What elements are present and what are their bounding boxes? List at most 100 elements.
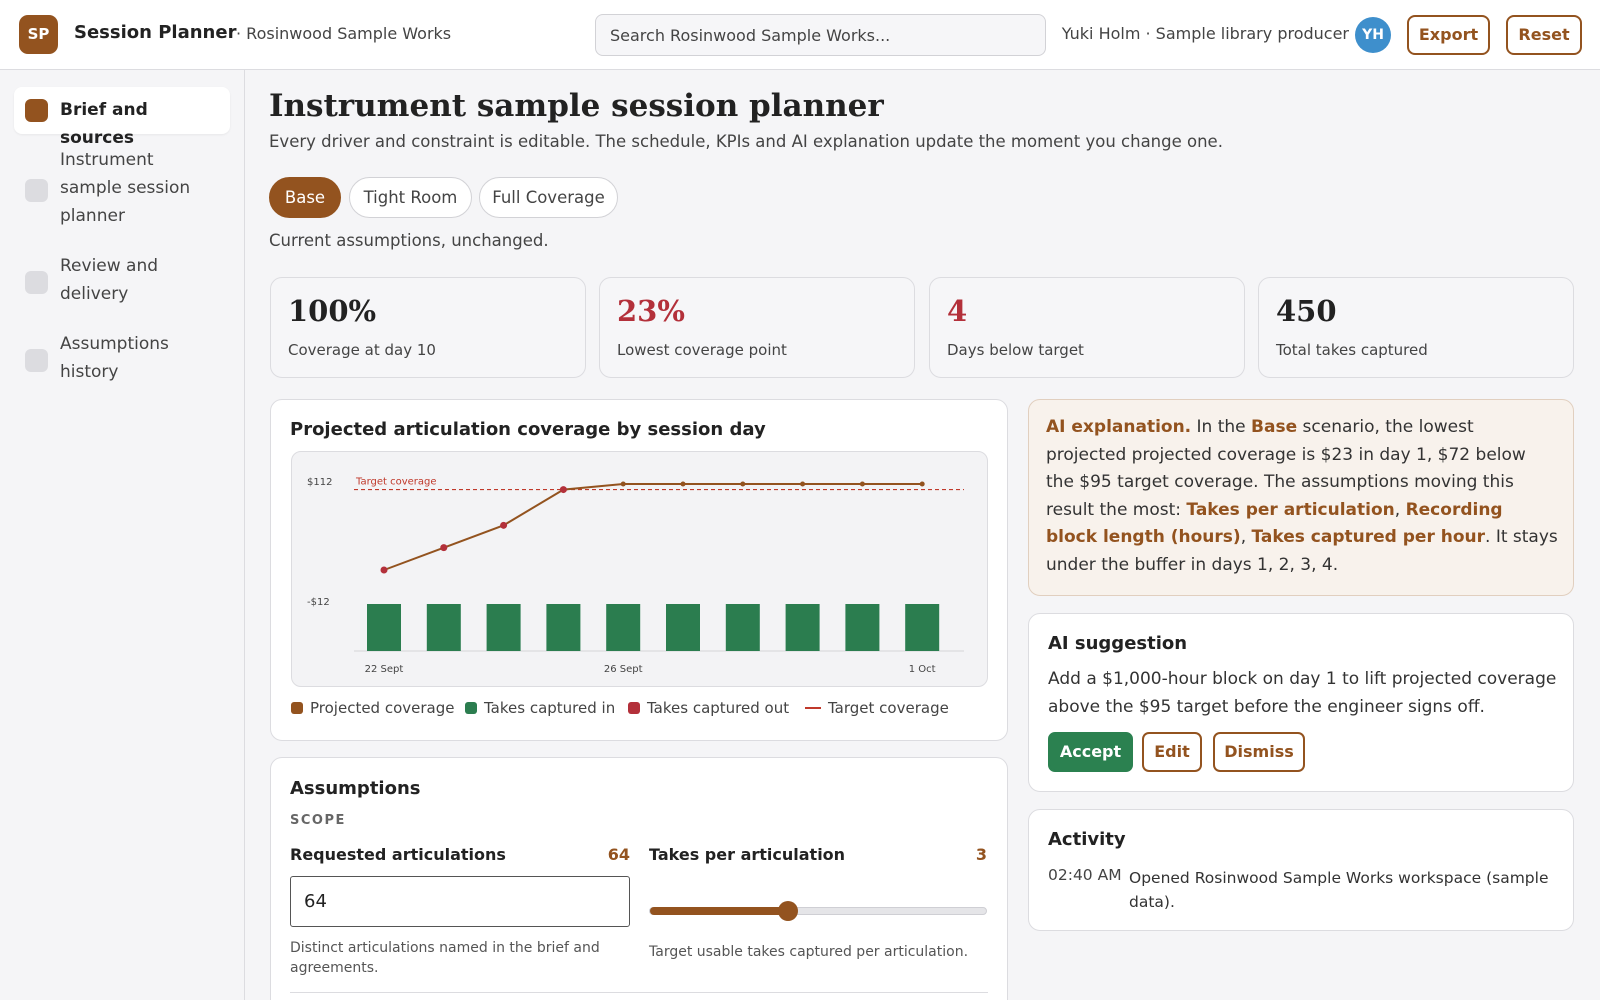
- nav-marker-icon: [25, 349, 48, 372]
- sidebar-item-assumptions-history[interactable]: Assumptions history: [14, 328, 230, 388]
- line-point: [440, 544, 448, 552]
- line-point: [740, 481, 746, 487]
- reset-button[interactable]: Reset: [1506, 15, 1582, 55]
- field-value: 3: [975, 845, 987, 864]
- assumptions-card: Assumptions SCOPE Requested articulation…: [270, 757, 1008, 1000]
- dismiss-button[interactable]: Dismiss: [1213, 732, 1305, 772]
- kpi-value: 4: [947, 294, 968, 328]
- ai-explanation-card: AI explanation. In the Base scenario, th…: [1028, 399, 1574, 596]
- y-tick-label: -$12: [307, 597, 330, 608]
- field-help: Distinct articulations named in the brie…: [290, 940, 600, 976]
- workspace-name: · Rosinwood Sample Works: [236, 24, 452, 43]
- bar-takes-in: [486, 604, 521, 651]
- user-info: Yuki Holm · Sample library producer: [1061, 24, 1349, 43]
- scenario-tab-base[interactable]: Base: [269, 177, 341, 218]
- line-point: [559, 486, 567, 494]
- page-subtitle: Every driver and constraint is editable.…: [269, 132, 1223, 151]
- legend-label: Projected coverage: [310, 699, 455, 717]
- line-point: [680, 481, 686, 487]
- kpi-value: 23%: [617, 294, 685, 328]
- explanation-text: In the: [1191, 417, 1252, 437]
- scenario-name: Base: [1251, 417, 1298, 437]
- kpi-value: 100%: [288, 294, 377, 328]
- section-label: SCOPE: [290, 813, 346, 828]
- kpi-card: 23% Lowest coverage point: [599, 277, 915, 378]
- export-button[interactable]: Export: [1407, 15, 1490, 55]
- target-label: Target coverage: [355, 477, 437, 488]
- bar-takes-in: [426, 604, 461, 651]
- assumptions-title: Assumptions: [290, 778, 421, 799]
- ai-suggestion-card: AI suggestion Add a $1,000-hour block on…: [1028, 613, 1574, 792]
- slider-thumb[interactable]: [777, 901, 798, 921]
- legend-item-out: Takes captured out: [628, 699, 789, 717]
- legend-swatch: [465, 702, 477, 714]
- page-title: Instrument sample session planner: [269, 88, 884, 124]
- legend-item-in: Takes captured in: [465, 699, 615, 717]
- line-point: [859, 481, 865, 487]
- kpi-label: Coverage at day 10: [288, 341, 436, 359]
- line-point: [500, 521, 508, 529]
- line-point: [919, 481, 925, 487]
- sidebar-item-label: Instrument sample session planner: [60, 150, 191, 226]
- x-tick-label: 26 Sept: [604, 664, 643, 675]
- legend-item-target: Target coverage: [805, 699, 949, 717]
- bar-takes-in: [666, 604, 700, 651]
- separator: ,: [1394, 499, 1406, 520]
- scenario-note: Current assumptions, unchanged.: [269, 231, 549, 250]
- kpi-card: 100% Coverage at day 10: [270, 277, 586, 378]
- line-point: [800, 481, 806, 487]
- search-input[interactable]: [595, 14, 1046, 56]
- chart-title: Projected articulation coverage by sessi…: [290, 419, 766, 440]
- y-tick-label: $112: [307, 477, 332, 488]
- kpi-label: Total takes captured: [1276, 341, 1428, 359]
- sidebar-item-brief[interactable]: Brief and sources: [14, 87, 230, 148]
- activity-text: Opened Rosinwood Sample Works workspace …: [1129, 869, 1549, 911]
- bar-takes-in: [367, 604, 401, 651]
- sidebar: Brief and sources Instrument sample sess…: [0, 70, 245, 1000]
- scenario-tab-tight-room[interactable]: Tight Room: [349, 177, 472, 218]
- legend-item-projected: Projected coverage: [291, 699, 454, 717]
- bar-takes-in: [606, 604, 641, 651]
- accept-button[interactable]: Accept: [1048, 732, 1133, 772]
- kpi-card: 450 Total takes captured: [1258, 277, 1574, 378]
- legend-swatch: [628, 702, 640, 714]
- activity-time: 02:40 AM: [1048, 866, 1122, 884]
- bar-takes-in: [785, 604, 820, 651]
- takes-per-articulation-slider[interactable]: [649, 901, 987, 921]
- app-logo: SP: [19, 15, 58, 54]
- kpi-label: Days below target: [947, 341, 1084, 359]
- ai-suggestion-title: AI suggestion: [1048, 633, 1188, 654]
- separator: ,: [1240, 527, 1252, 547]
- x-tick-label: 22 Sept: [365, 664, 404, 675]
- bar-takes-in: [546, 604, 581, 651]
- x-tick-label: 1 Oct: [909, 664, 936, 675]
- activity-title: Activity: [1048, 829, 1126, 850]
- kpi-value: 450: [1276, 294, 1337, 328]
- app-title: Session Planner: [74, 22, 237, 43]
- legend-label: Takes captured out: [647, 699, 790, 717]
- sidebar-item-planner[interactable]: Instrument sample session planner: [14, 145, 230, 233]
- legend-label: Target coverage: [828, 699, 949, 717]
- ai-suggestion-text: Add a $1,000-hour block on day 1 to lift…: [1048, 669, 1557, 717]
- sidebar-item-review[interactable]: Review and delivery: [14, 250, 230, 310]
- edit-button[interactable]: Edit: [1142, 732, 1202, 772]
- bar-takes-in: [725, 604, 760, 651]
- line-point: [380, 566, 388, 574]
- avatar[interactable]: YH: [1355, 17, 1391, 53]
- slider-fill: [650, 907, 788, 915]
- kpi-card: 4 Days below target: [929, 277, 1245, 378]
- chart-area: $112 -$12 Target coverage 22 Sept 26 Sept 1 O…: [291, 451, 988, 687]
- requested-articulations-input[interactable]: [290, 876, 630, 927]
- line-point: [620, 481, 626, 487]
- driver-name: Takes per articulation: [1186, 499, 1395, 520]
- driver-name: Takes captured per hour: [1251, 527, 1486, 547]
- nav-marker-icon: [25, 99, 48, 122]
- activity-card: Activity 02:40 AM Opened Rosinwood Sampl…: [1028, 809, 1574, 931]
- bar-takes-in: [845, 604, 880, 651]
- field-label: Takes per articulation: [649, 845, 846, 864]
- sidebar-item-label: Brief and sources: [60, 100, 148, 148]
- legend-line-swatch: [805, 707, 821, 709]
- sidebar-item-label: Review and delivery: [60, 256, 159, 304]
- ai-explanation-text: AI explanation. In the Base scenario, th…: [1046, 414, 1558, 579]
- scenario-tab-full-coverage[interactable]: Full Coverage: [479, 177, 618, 218]
